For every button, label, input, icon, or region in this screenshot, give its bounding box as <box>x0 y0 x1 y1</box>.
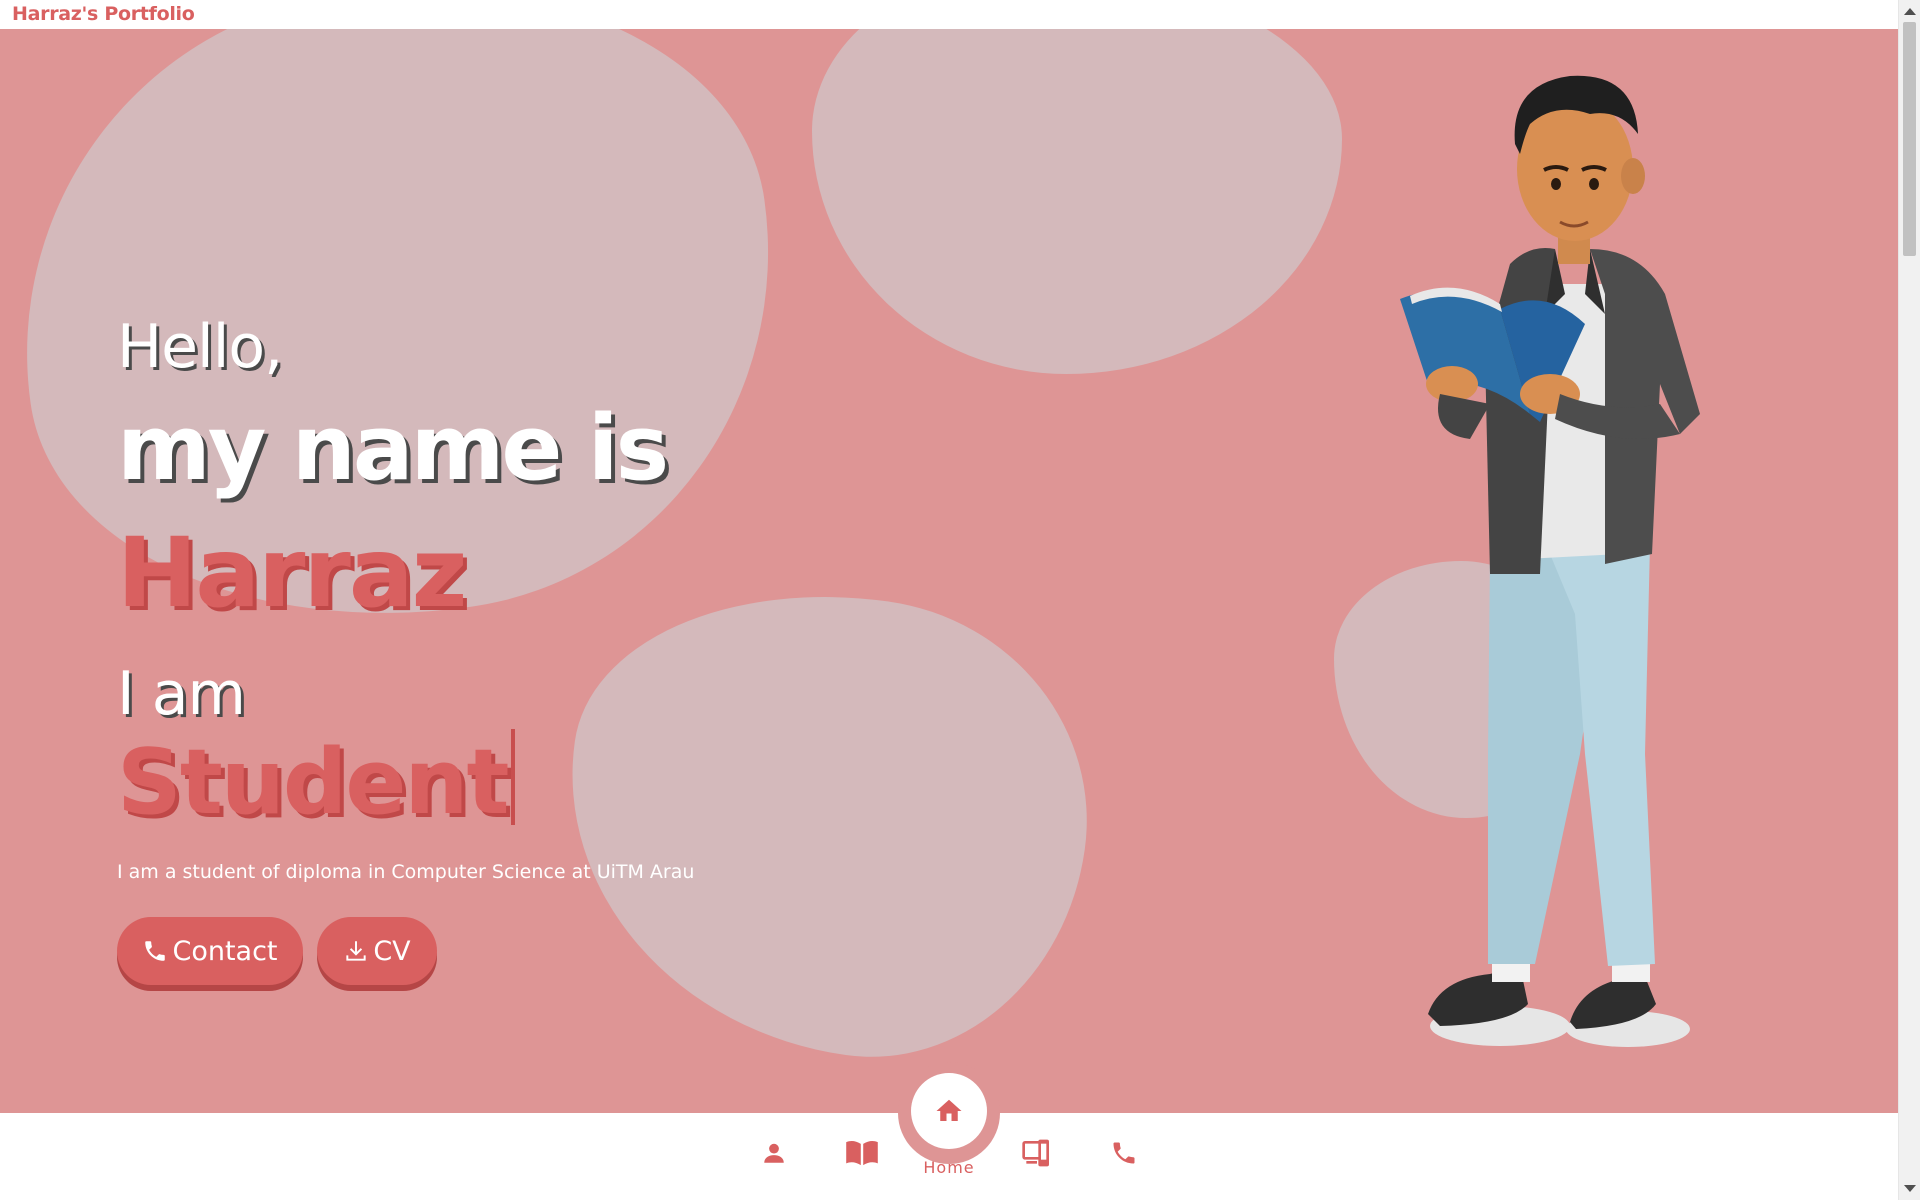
contact-button[interactable]: Contact <box>117 917 303 985</box>
home-icon <box>936 1099 962 1121</box>
page-scrollbar[interactable] <box>1898 0 1920 1200</box>
decorative-blob <box>812 29 1342 374</box>
nav-projects-button[interactable] <box>1017 1133 1057 1173</box>
role-text: Student <box>117 730 509 835</box>
nav-contact-button[interactable] <box>1104 1133 1144 1173</box>
student-reading-illustration <box>1400 75 1700 1047</box>
contact-button-label: Contact <box>172 935 278 967</box>
nav-education-button[interactable] <box>842 1133 882 1173</box>
devices-icon <box>1022 1139 1049 1167</box>
typing-cursor <box>511 729 516 825</box>
user-icon <box>764 1143 784 1163</box>
greeting-text: Hello, <box>117 312 283 382</box>
nav-home-button[interactable] <box>911 1073 987 1149</box>
scroll-up-arrow-icon[interactable] <box>1904 8 1916 15</box>
typed-role: Student <box>117 729 516 835</box>
nav-home-label: Home <box>923 1158 975 1177</box>
scroll-down-arrow-icon[interactable] <box>1904 1185 1916 1192</box>
top-bar: Harraz's Portfolio <box>0 0 1898 29</box>
nav-about-button[interactable] <box>754 1133 794 1173</box>
phone-icon <box>145 941 166 961</box>
role-intro-text: I am <box>117 659 246 729</box>
phone-icon <box>1113 1142 1135 1164</box>
name-heading: Harraz <box>117 517 467 629</box>
download-cv-button[interactable]: CV <box>317 917 437 985</box>
name-intro-text: my name is <box>117 396 669 501</box>
download-icon <box>346 941 366 961</box>
cv-button-label: CV <box>373 935 411 967</box>
decorative-blob <box>536 561 1116 1084</box>
brand-logo-link[interactable]: Harraz's Portfolio <box>12 3 195 25</box>
page: Harraz's Portfolio Hello, my name is Har… <box>0 0 1920 1200</box>
hero-description: I am a student of diploma in Computer Sc… <box>117 861 695 883</box>
book-icon <box>846 1141 878 1166</box>
hero-section: Hello, my name is Harraz I am Student I … <box>0 29 1898 1113</box>
scrollbar-thumb[interactable] <box>1903 22 1916 256</box>
